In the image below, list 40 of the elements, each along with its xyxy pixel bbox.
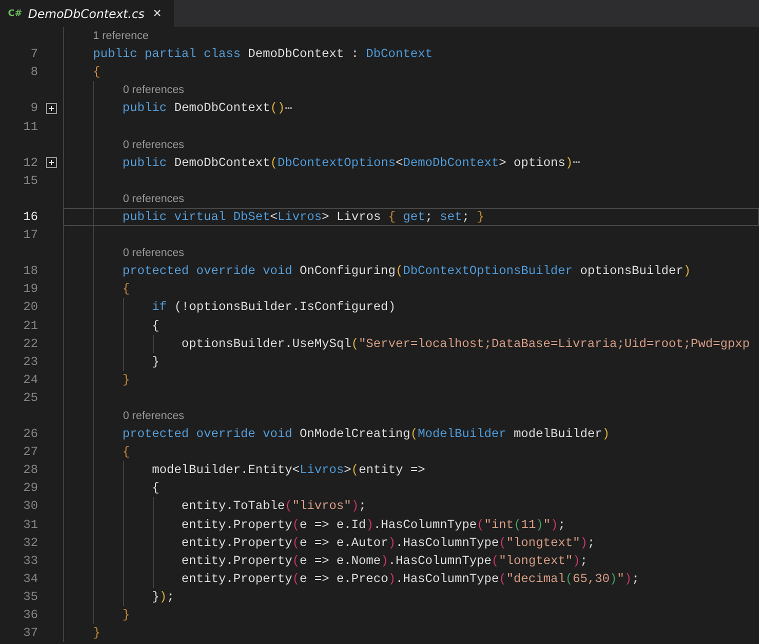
codelens-reference-count[interactable]: 0 references — [123, 138, 184, 151]
line-number: 16 — [22, 210, 39, 224]
codelens-reference-count[interactable]: 0 references — [123, 410, 184, 422]
line-number: 28 — [22, 463, 39, 478]
file-tab[interactable]: C# DemoDbContext.cs ✕ — [0, 0, 174, 27]
line-number: 24 — [22, 372, 39, 387]
line-number: 7 — [30, 47, 39, 62]
line-number: 18 — [22, 264, 39, 278]
codelens-reference-count[interactable]: 0 references — [123, 84, 184, 96]
line-number: 30 — [22, 499, 39, 514]
line-number: 29 — [22, 481, 39, 496]
line-number: 15 — [22, 174, 39, 188]
line-number: 37 — [22, 626, 39, 640]
line-number: 25 — [22, 390, 39, 405]
line-number: 36 — [22, 608, 39, 622]
line-number: 11 — [22, 120, 39, 134]
line-number: 21 — [22, 318, 39, 333]
codelens-reference-count[interactable]: 1 reference — [93, 30, 149, 42]
line-number: 20 — [22, 300, 39, 314]
line-number: 26 — [22, 427, 39, 442]
line-number: 19 — [22, 282, 39, 296]
tab-title: DemoDbContext.cs — [28, 6, 145, 20]
codelens-reference-count[interactable]: 0 references — [123, 247, 184, 260]
expand-icon[interactable] — [46, 102, 57, 114]
line-number: 9 — [30, 101, 39, 116]
line-number: 23 — [22, 354, 39, 369]
close-button[interactable]: ✕ — [150, 7, 164, 20]
expand-icon[interactable] — [46, 157, 57, 168]
line-number: 8 — [30, 65, 39, 80]
csharp-file-icon: C# — [8, 8, 22, 18]
line-number: 33 — [22, 554, 39, 568]
line-number: 27 — [22, 445, 39, 460]
line-number: 32 — [22, 536, 39, 550]
line-number: 17 — [22, 228, 39, 242]
line-number: 22 — [22, 336, 39, 351]
line-number: 35 — [22, 590, 39, 604]
line-number: 12 — [22, 156, 39, 170]
codelens-reference-count[interactable]: 0 references — [123, 192, 184, 205]
line-number: 34 — [22, 572, 39, 586]
line-number: 31 — [22, 518, 39, 532]
